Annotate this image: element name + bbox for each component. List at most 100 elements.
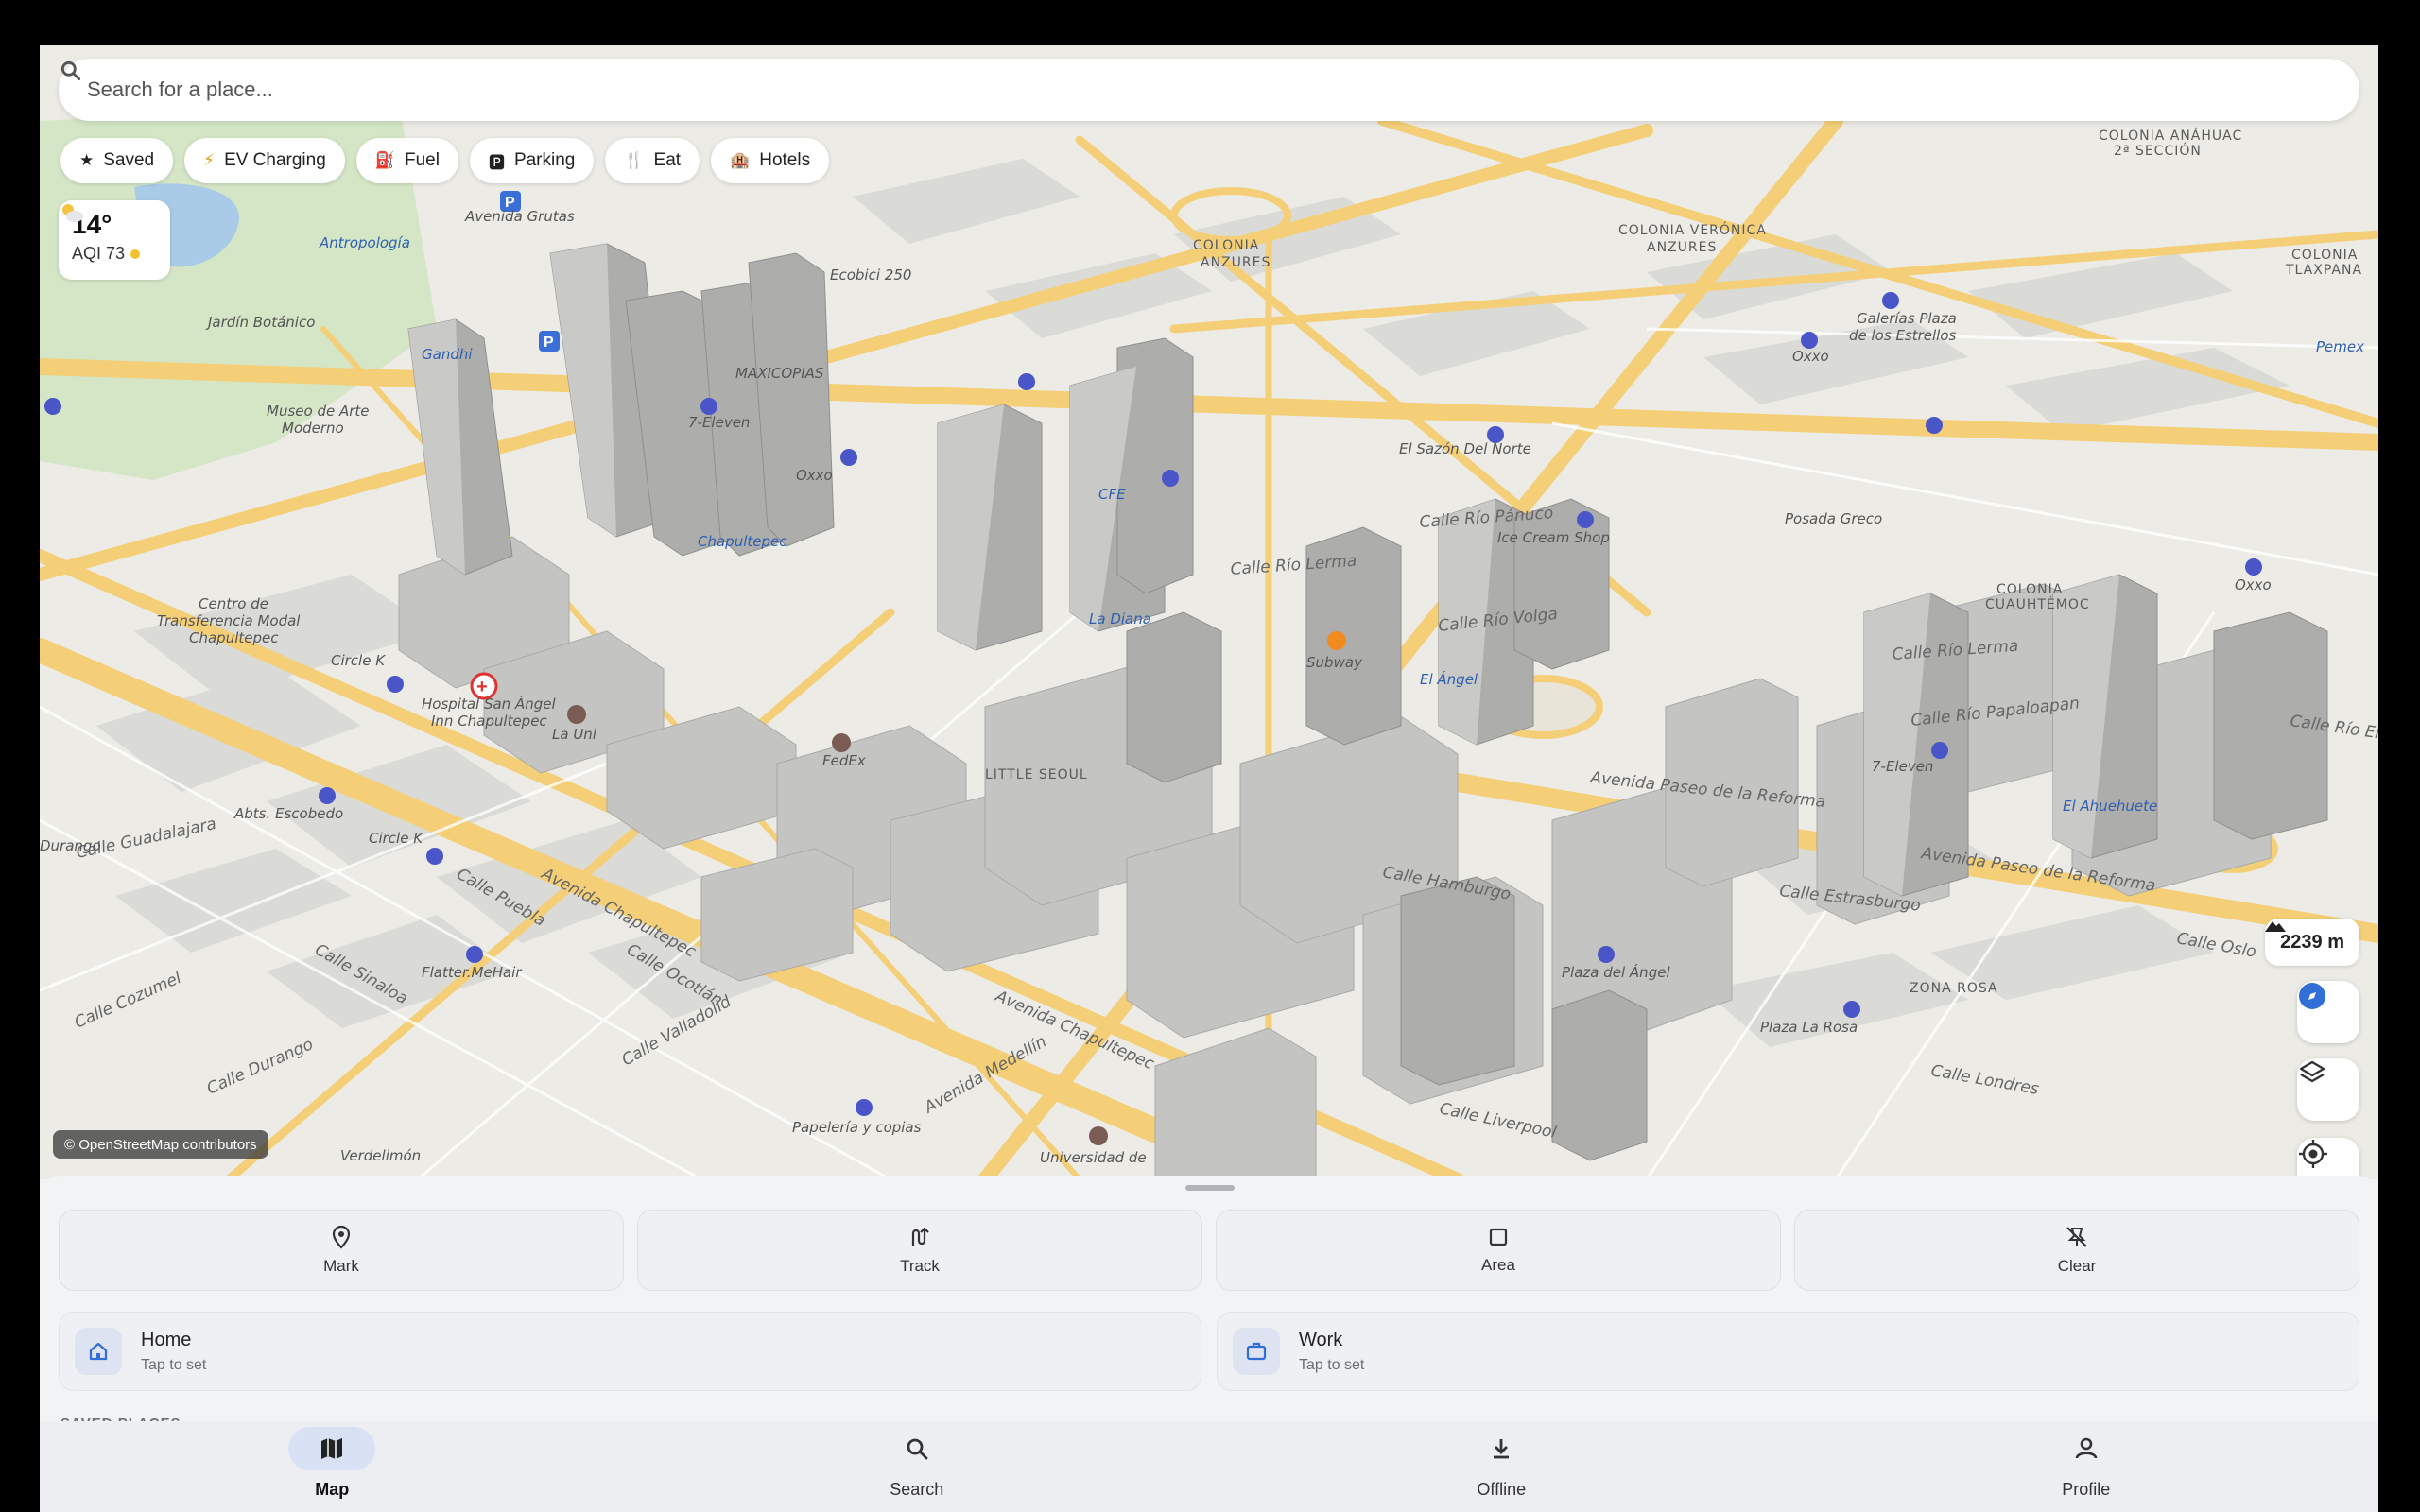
home-place[interactable]: Home Tap to set [59,1312,1201,1391]
sheet-drag-handle[interactable] [1185,1185,1235,1191]
chip-saved[interactable]: ★ Saved [60,138,174,183]
svg-text:Transferencia Modal: Transferencia Modal [157,612,301,629]
svg-text:Chapultepec: Chapultepec [698,533,787,550]
svg-text:Posada Greco: Posada Greco [1785,510,1882,527]
weather-card[interactable]: 14° AQI 73 [59,200,170,280]
svg-text:Universidad de: Universidad de [1040,1149,1147,1166]
nav-map[interactable]: Map [40,1421,625,1512]
svg-text:Galerías Plaza: Galerías Plaza [1857,310,1957,327]
nav-indicator [1458,1427,1545,1470]
nav-search[interactable]: Search [625,1421,1210,1512]
svg-text:Moderno: Moderno [282,420,344,437]
nav-indicator [288,1427,376,1470]
mark-button[interactable]: Mark [59,1210,624,1291]
lightning-icon: ⚡ [203,151,216,169]
nav-indicator [873,1427,960,1470]
app-frame: COLONIA ANZURES COLONIA VERÓNICA ANZURES C… [40,45,2378,1512]
svg-text:TLAXPANA: TLAXPANA [2285,263,2362,278]
layers-button[interactable] [2297,1058,2360,1121]
svg-text:La Uni: La Uni [552,726,597,743]
svg-text:Oxxo: Oxxo [2235,576,2272,593]
work-icon-tile [1233,1328,1280,1375]
crosshair-location-icon [2299,1140,2327,1168]
search-bar[interactable] [59,59,2360,121]
place-subtitle: Tap to set [1299,1356,1365,1373]
svg-text:Papelería y copias: Papelería y copias [792,1119,922,1136]
svg-text:Ice Cream Shop: Ice Cream Shop [1497,529,1610,546]
svg-text:Museo de Arte: Museo de Arte [267,403,370,420]
partly-sunny-icon [62,204,83,222]
chip-label: Hotels [759,150,811,170]
home-icon-tile [75,1328,122,1375]
action-label: Mark [323,1257,359,1275]
svg-text:Oxxo: Oxxo [1792,348,1829,365]
map-canvas[interactable]: COLONIA ANZURES COLONIA VERÓNICA ANZURES C… [40,45,2378,1179]
svg-text:El Ahuehuete: El Ahuehuete [2063,798,2157,815]
clear-pins-icon [2066,1227,2087,1247]
quick-places: Home Tap to set Work Tap to set [59,1312,2360,1391]
svg-text:COLONIA: COLONIA [2291,248,2358,263]
clear-button[interactable]: Clear [1794,1210,2360,1291]
svg-text:MAXICOPIAS: MAXICOPIAS [735,365,824,382]
svg-text:Centro de: Centro de [199,595,268,612]
compass-icon [2299,983,2325,1009]
place-title: Work [1299,1329,1343,1350]
svg-text:Avenida Grutas: Avenida Grutas [464,208,575,225]
my-location-button[interactable] [2297,1138,2360,1179]
svg-text:ANZURES: ANZURES [1201,255,1270,270]
svg-text:El Ángel: El Ángel [1420,670,1478,688]
svg-text:CUAUHTÉMOC: CUAUHTÉMOC [1985,596,2090,612]
map-3d-view[interactable]: COLONIA ANZURES COLONIA VERÓNICA ANZURES C… [40,45,2378,1179]
action-label: Clear [2057,1257,2097,1275]
search-icon [907,1438,928,1460]
svg-text:CFE: CFE [1098,486,1126,503]
svg-text:La Diana: La Diana [1089,610,1151,627]
chip-label: Saved [103,150,155,170]
route-icon [911,1227,929,1246]
chip-eat[interactable]: 🍴 Eat [605,138,700,183]
svg-text:Ecobici 250: Ecobici 250 [830,266,911,284]
svg-text:ANZURES: ANZURES [1647,240,1717,255]
chip-fuel[interactable]: ⛽ Fuel [355,138,458,183]
area-button[interactable]: Area [1216,1210,1781,1291]
svg-text:Gandhi: Gandhi [422,346,473,363]
map-attribution[interactable]: © OpenStreetMap contributors [53,1130,268,1159]
chip-ev-charging[interactable]: ⚡ EV Charging [184,138,345,183]
elevation-value: 2239 m [2280,931,2344,953]
nav-profile[interactable]: Profile [1794,1421,2379,1512]
search-input[interactable] [87,77,1789,102]
svg-text:Plaza del Ángel: Plaza del Ángel [1562,963,1670,981]
nav-offline[interactable]: Offline [1209,1421,1794,1512]
svg-text:7-Eleven: 7-Eleven [1872,758,1933,775]
nav-label: Search [890,1480,944,1499]
chip-label: EV Charging [224,150,326,170]
fuel-icon: ⛽ [374,151,395,169]
svg-text:Abts. Escobedo: Abts. Escobedo [233,805,343,822]
nav-label: Profile [2062,1480,2111,1499]
work-place[interactable]: Work Tap to set [1217,1312,2360,1391]
layers-icon [2299,1060,2325,1083]
svg-text:Pemex: Pemex [2316,338,2364,355]
chip-parking[interactable]: 🅿 Parking [469,138,595,183]
svg-text:2ª SECCIÓN: 2ª SECCIÓN [2114,142,2202,159]
search-icon [60,60,81,81]
svg-text:+: + [476,677,488,697]
svg-text:7-Eleven: 7-Eleven [688,414,750,431]
chip-label: Eat [653,150,682,170]
compass-button[interactable] [2297,981,2360,1043]
svg-text:Circle K: Circle K [369,830,424,847]
nav-indicator [2043,1427,2130,1470]
chip-hotels[interactable]: 🏨 Hotels [711,138,830,183]
pin-icon [332,1225,351,1249]
svg-text:COLONIA ANÁHUAC: COLONIA ANÁHUAC [2099,128,2242,144]
briefcase-icon [1246,1342,1267,1361]
track-button[interactable]: Track [637,1210,1202,1291]
utensils-icon: 🍴 [624,151,645,169]
svg-text:Antropología: Antropología [319,234,410,251]
home-icon [89,1342,108,1361]
svg-text:ZONA ROSA: ZONA ROSA [1910,981,1998,996]
svg-text:COLONIA: COLONIA [1996,582,2063,597]
action-label: Area [1481,1256,1515,1274]
parking-icon: 🅿 [488,153,505,172]
nav-label: Map [315,1480,350,1499]
